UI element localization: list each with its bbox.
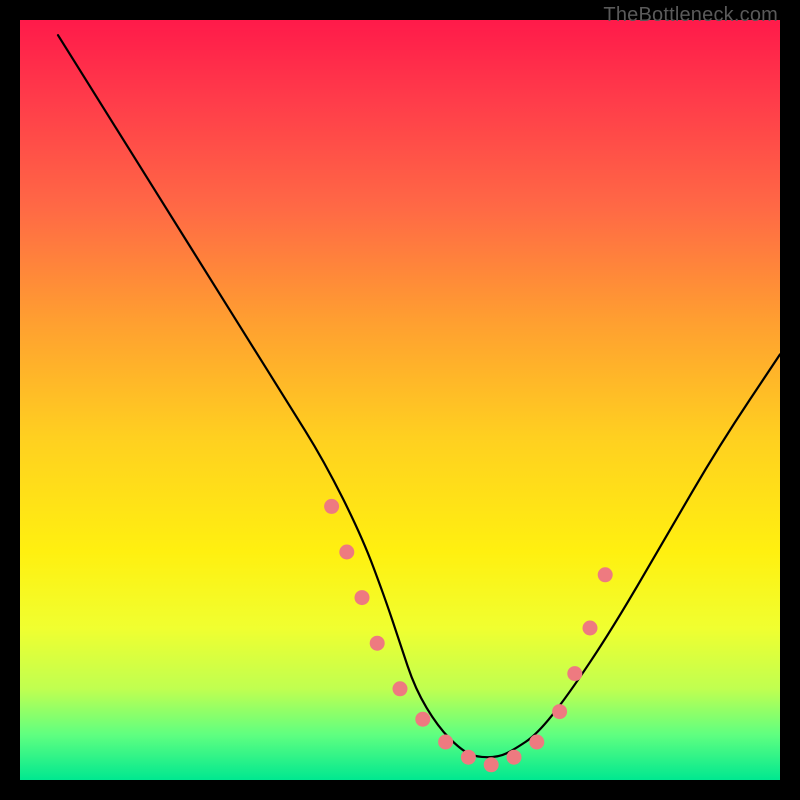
highlight-dot [355,590,370,605]
highlight-dot [583,621,598,636]
highlight-dot [415,712,430,727]
highlight-dot [393,681,408,696]
highlight-dot [370,636,385,651]
highlight-dot [438,735,453,750]
highlight-dot [552,704,567,719]
chart-svg [20,20,780,780]
highlight-dot [324,499,339,514]
highlight-dot [507,750,522,765]
highlight-dot [598,567,613,582]
chart-plot-area [20,20,780,780]
highlight-dot [484,757,499,772]
bottleneck-curve [58,35,780,757]
highlight-dot [567,666,582,681]
highlight-dot [529,735,544,750]
highlight-dots [324,499,613,772]
watermark-text: TheBottleneck.com [603,4,778,27]
highlight-dot [461,750,476,765]
highlight-dot [339,545,354,560]
